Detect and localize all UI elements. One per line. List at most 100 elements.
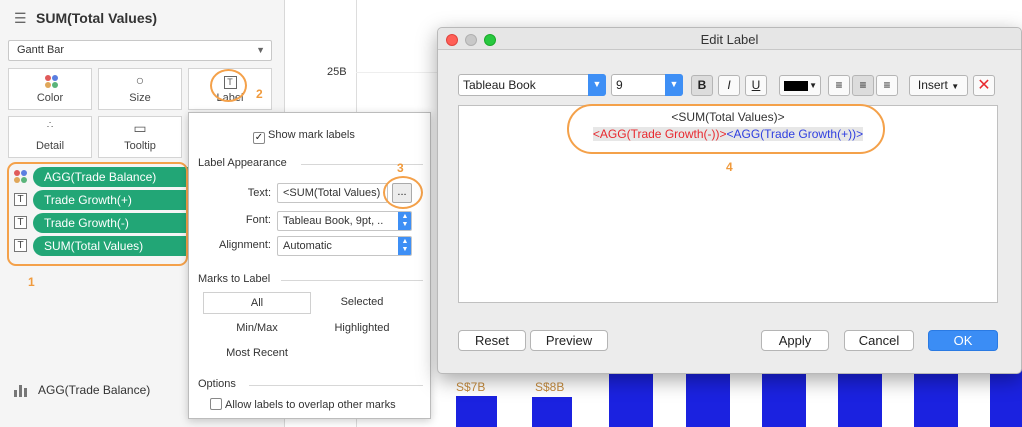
zoom-window-icon[interactable] — [484, 34, 496, 46]
mark-type-value: Gantt Bar — [17, 44, 65, 56]
annotation-box-4 — [567, 104, 885, 154]
align-right-icon: ≡ — [883, 78, 891, 92]
chevron-down-icon: ▼ — [951, 82, 960, 91]
chart-bar — [686, 374, 730, 427]
font-family-value: Tableau Book — [463, 78, 536, 92]
alignment-select[interactable]: Automatic ▲ ▼ — [277, 236, 412, 256]
preview-button[interactable]: Preview — [530, 330, 608, 351]
y-tick-label: 25B — [327, 66, 347, 78]
font-label: Font: — [245, 214, 271, 226]
tooltip-icon: ▭ — [133, 120, 147, 136]
chart-bar — [456, 396, 497, 427]
align-center-button[interactable]: ≡ — [852, 75, 874, 96]
italic-button[interactable]: I — [718, 75, 740, 96]
annotation-circle-3 — [383, 176, 423, 209]
options-heading: Options — [198, 378, 236, 390]
shelf-label: AGG(Trade Balance) — [38, 383, 151, 397]
annotation-number-1: 1 — [28, 275, 35, 289]
bar-data-label: S$8B — [535, 380, 565, 394]
text-field[interactable]: <SUM(Total Values) — [277, 183, 388, 203]
annotation-number-2: 2 — [256, 87, 263, 101]
tooltip-button-label: Tooltip — [124, 140, 156, 152]
minimize-window-icon[interactable] — [465, 34, 477, 46]
chart-bar — [838, 374, 882, 427]
dialog-titlebar: Edit Label — [438, 28, 1021, 50]
option-most-recent[interactable]: Most Recent — [203, 347, 311, 359]
checkbox-empty — [210, 398, 222, 410]
label-popover: ✓ Show mark labels Label Appearance Text:… — [188, 112, 431, 419]
bar-data-label: S$7B — [456, 380, 486, 394]
insert-label: Insert — [917, 78, 948, 92]
apply-button[interactable]: Apply — [761, 330, 829, 351]
chart-bar — [762, 374, 806, 427]
font-family-select[interactable]: Tableau Book ▼ — [458, 74, 606, 96]
allow-overlap-text: Allow labels to overlap other marks — [225, 399, 396, 411]
divider — [301, 164, 423, 165]
chart-bar — [914, 374, 958, 427]
insert-button[interactable]: Insert ▼ — [909, 75, 968, 96]
gantt-icon: ☰ — [14, 10, 27, 26]
option-all[interactable]: All — [203, 292, 311, 314]
marks-title-label: SUM(Total Values) — [36, 10, 158, 26]
alignment-label: Alignment: — [219, 239, 271, 251]
align-left-button[interactable]: ≡ — [828, 75, 850, 96]
underline-button[interactable]: U — [745, 75, 767, 96]
align-left-icon: ≡ — [835, 78, 843, 92]
font-select-value: Tableau Book, 9pt, .. — [283, 215, 384, 227]
chevron-down-icon: ▼ — [665, 74, 683, 96]
chart-bar — [532, 397, 572, 427]
chart-bar — [609, 374, 653, 427]
clear-button[interactable]: ✕ — [973, 75, 995, 96]
option-selected[interactable]: Selected — [317, 296, 407, 308]
edit-label-dialog: Edit Label Tableau Book ▼ 9 ▼ B I U ▼ ≡ … — [437, 27, 1022, 374]
detail-button[interactable]: ∴ Detail — [8, 116, 92, 158]
clear-x-icon: ✕ — [977, 77, 991, 94]
size-button-label: Size — [129, 92, 151, 104]
cancel-button[interactable]: Cancel — [844, 330, 914, 351]
align-center-icon: ≡ — [859, 78, 867, 92]
stepper-icon: ▲ ▼ — [398, 212, 411, 230]
label-appearance-heading: Label Appearance — [198, 157, 287, 169]
chevron-down-icon: ▼ — [256, 45, 265, 55]
bar-chart-icon — [14, 385, 28, 397]
show-mark-labels-checkbox[interactable]: ✓ Show mark labels — [253, 129, 355, 144]
show-mark-labels-text: Show mark labels — [268, 129, 355, 141]
align-right-button[interactable]: ≡ — [876, 75, 898, 96]
option-highlighted[interactable]: Highlighted — [317, 322, 407, 334]
close-window-icon[interactable] — [446, 34, 458, 46]
tooltip-button[interactable]: ▭ Tooltip — [98, 116, 182, 158]
size-button[interactable]: ○ Size — [98, 68, 182, 110]
mark-type-dropdown[interactable]: Gantt Bar ▼ — [8, 40, 272, 61]
chevron-down-icon: ▼ — [809, 81, 817, 90]
color-button-label: Color — [36, 92, 64, 104]
marks-to-label-heading: Marks to Label — [198, 273, 271, 285]
color-swatch — [784, 81, 808, 91]
ok-button[interactable]: OK — [928, 330, 998, 351]
annotation-number-3: 3 — [397, 161, 404, 175]
marks-card-title[interactable]: ☰ SUM(Total Values) — [14, 10, 157, 27]
divider — [281, 280, 423, 281]
dialog-title: Edit Label — [700, 32, 759, 47]
annotation-number-4: 4 — [726, 160, 733, 174]
bold-button[interactable]: B — [691, 75, 713, 96]
reset-button[interactable]: Reset — [458, 330, 526, 351]
text-label: Text: — [247, 187, 271, 199]
option-min-max[interactable]: Min/Max — [203, 322, 311, 334]
chevron-down-icon: ▼ — [588, 74, 606, 96]
stepper-icon: ▲ ▼ — [398, 237, 411, 255]
font-size-select[interactable]: 9 ▼ — [611, 74, 683, 96]
color-button[interactable]: Color — [8, 68, 92, 110]
divider — [249, 385, 423, 386]
font-color-picker[interactable]: ▼ — [779, 75, 821, 96]
annotation-box-1 — [7, 162, 188, 266]
checkmark-icon: ✓ — [253, 132, 265, 144]
annotation-circle-2 — [210, 69, 247, 102]
font-size-value: 9 — [616, 78, 623, 92]
allow-overlap-checkbox[interactable]: Allow labels to overlap other marks — [210, 398, 396, 411]
detail-icon: ∴ — [46, 120, 54, 131]
alignment-select-value: Automatic — [283, 240, 332, 252]
detail-button-label: Detail — [35, 140, 65, 152]
size-icon: ○ — [135, 72, 145, 88]
font-select[interactable]: Tableau Book, 9pt, .. ▲ ▼ — [277, 211, 412, 231]
color-dots-icon — [9, 72, 91, 92]
